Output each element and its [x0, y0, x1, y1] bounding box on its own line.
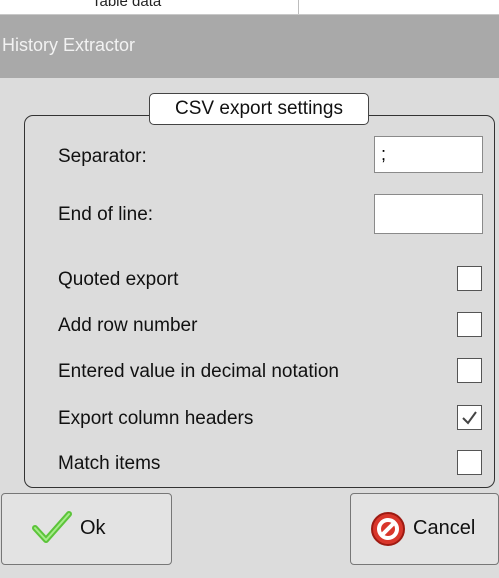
end-of-line-label: End of line: — [58, 204, 154, 225]
csv-settings-group-title: CSV export settings — [149, 93, 369, 125]
dialog-titlebar[interactable]: History Extractor — [0, 15, 499, 78]
checkmark-icon — [462, 411, 477, 425]
option-label-match-items: Match items — [58, 453, 161, 474]
option-label-decimal-notation: Entered value in decimal notation — [58, 361, 339, 382]
export-column-headers-checkbox[interactable] — [457, 405, 482, 430]
option-label-export-column-headers: Export column headers — [58, 408, 254, 429]
background-divider — [298, 0, 299, 14]
option-label-quoted-export: Quoted export — [58, 269, 179, 290]
background-window-strip: Table data — [0, 0, 499, 15]
match-items-checkbox[interactable] — [457, 450, 482, 475]
ok-button[interactable]: Ok — [1, 493, 172, 565]
cancel-icon — [369, 510, 407, 554]
separator-input[interactable] — [374, 136, 483, 173]
history-extractor-dialog: History Extractor CSV export settings Se… — [0, 15, 499, 578]
dialog-title: History Extractor — [2, 35, 136, 55]
add-row-number-checkbox[interactable] — [457, 312, 482, 337]
check-icon — [32, 510, 72, 552]
background-partial-text: Table data — [92, 0, 162, 10]
separator-label: Separator: — [58, 146, 147, 167]
ok-button-label: Ok — [80, 517, 106, 539]
option-label-add-row-number: Add row number — [58, 315, 198, 336]
end-of-line-input[interactable] — [374, 194, 483, 234]
quoted-export-checkbox[interactable] — [457, 266, 482, 291]
cancel-button[interactable]: Cancel — [350, 493, 499, 565]
cancel-button-label: Cancel — [413, 517, 476, 539]
decimal-notation-checkbox[interactable] — [457, 358, 482, 383]
